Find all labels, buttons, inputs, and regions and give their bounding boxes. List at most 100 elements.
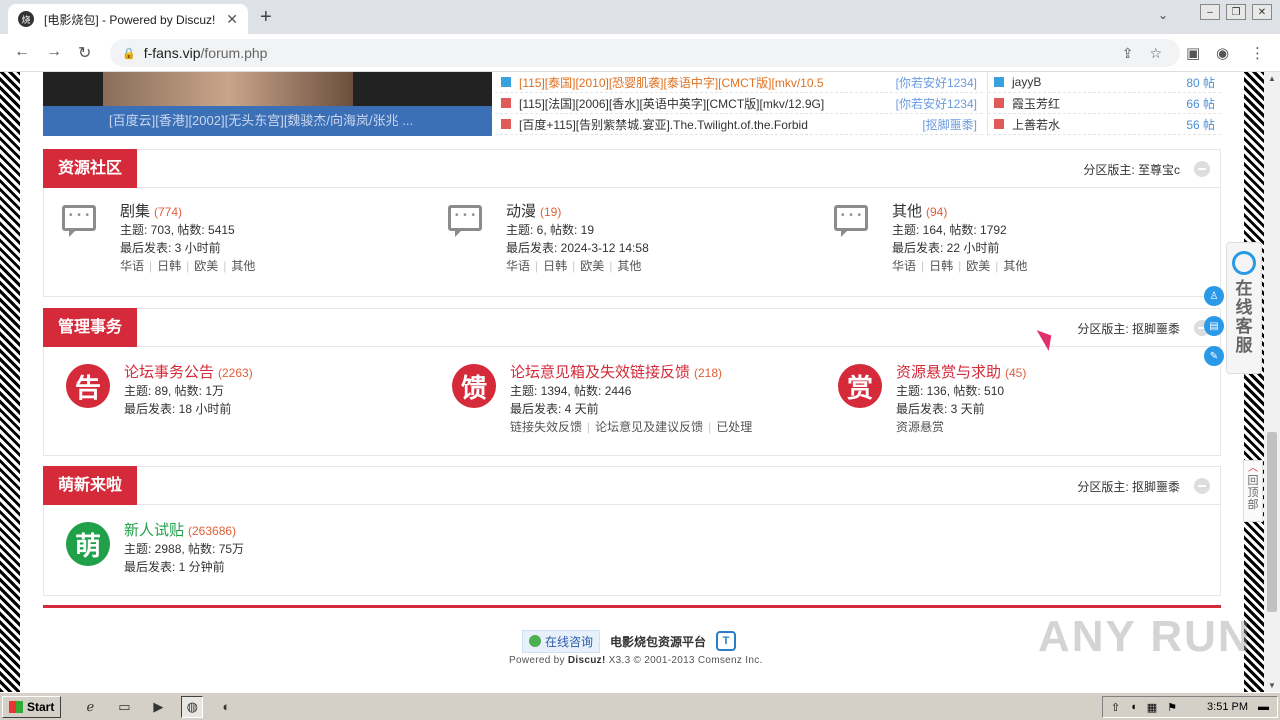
- thread-row[interactable]: [百度+115][告别紫禁城.宴亚].The.Twilight.of.the.F…: [495, 114, 983, 135]
- forum-name[interactable]: 论坛意见箱及失效链接反馈: [510, 364, 690, 381]
- left-decor-border: [0, 72, 20, 692]
- thread-author[interactable]: [你若安好1234]: [896, 95, 977, 112]
- forum-last-post[interactable]: 最后发表: 3 天前: [896, 400, 1026, 418]
- forum-name[interactable]: 剧集: [120, 203, 150, 220]
- profile-avatar-icon[interactable]: ◉: [1216, 44, 1229, 62]
- back-arrow-icon[interactable]: ←: [14, 43, 30, 61]
- doc-icon[interactable]: ▤: [1204, 316, 1224, 336]
- thread-row[interactable]: [115][泰国][2010][恐婴肌袭][泰语中字][CMCT版][mkv/1…: [495, 72, 983, 93]
- forum-name[interactable]: 动漫: [506, 203, 536, 220]
- subforum-link[interactable]: 华语: [892, 259, 916, 273]
- scroll-down-icon[interactable]: ▼: [1268, 681, 1276, 690]
- minimize-icon[interactable]: –: [1200, 4, 1220, 20]
- browser-menu-icon[interactable]: ⋮: [1250, 44, 1265, 62]
- thread-author[interactable]: [你若安好1234]: [896, 74, 977, 91]
- edge-icon[interactable]: ◐: [215, 696, 237, 718]
- user-icon[interactable]: ♙: [1204, 286, 1224, 306]
- subforum-link[interactable]: 资源悬赏: [896, 420, 944, 434]
- thread-title[interactable]: [百度+115][告别紫禁城.宴亚].The.Twilight.of.the.F…: [519, 116, 916, 133]
- poster-ranking: jayyB 80 帖 霞玉芳红 66 帖 上善若水 56 帖: [987, 72, 1221, 136]
- collapse-toggle-icon[interactable]: [1194, 161, 1210, 177]
- side-panel-icon[interactable]: ▣: [1186, 44, 1200, 62]
- scroll-thumb[interactable]: [1267, 432, 1277, 612]
- forum-last-post[interactable]: 最后发表: 3 小时前: [120, 239, 255, 257]
- slide-caption[interactable]: [百度云][香港][2002][无头东宫][魏骏杰/向海岚/张兆 ...: [43, 106, 492, 136]
- page-scrollbar[interactable]: ▲ ▼: [1264, 72, 1280, 692]
- forum-last-post[interactable]: 最后发表: 22 小时前: [892, 239, 1027, 257]
- volume-icon[interactable]: ◖: [1130, 701, 1137, 713]
- new-tab-icon[interactable]: +: [260, 6, 272, 29]
- category-title[interactable]: 管理事务: [43, 308, 138, 347]
- thread-author[interactable]: [抠脚噩黍]: [922, 116, 977, 133]
- start-button[interactable]: Start: [2, 695, 62, 718]
- forum-name[interactable]: 资源悬赏与求助: [896, 364, 1001, 381]
- subforum-link[interactable]: 已处理: [716, 420, 752, 434]
- online-service-panel[interactable]: 在线客服: [1226, 242, 1262, 374]
- ranking-row[interactable]: 上善若水 56 帖: [988, 114, 1221, 135]
- featured-slide[interactable]: [百度云][香港][2002][无头东宫][魏骏杰/向海岚/张兆 ...: [43, 72, 492, 136]
- subforum-link[interactable]: 欧美: [966, 259, 990, 273]
- reload-icon[interactable]: ↻: [78, 43, 91, 63]
- forum-name[interactable]: 新人试贴: [124, 522, 184, 539]
- thread-title[interactable]: [115][法国][2006][香水][英语中英字][CMCT版][mkv/12…: [519, 95, 890, 112]
- forum-name[interactable]: 其他: [892, 203, 922, 220]
- subforum-links: 链接失效反馈 | 论坛意见及建议反馈 | 已处理: [510, 420, 753, 434]
- collapse-toggle-icon[interactable]: [1194, 478, 1210, 494]
- ranking-row[interactable]: 霞玉芳红 66 帖: [988, 93, 1221, 114]
- flag-icon[interactable]: ⚑: [1167, 701, 1177, 714]
- network-icon[interactable]: ▦: [1147, 701, 1157, 714]
- edit-icon[interactable]: ✎: [1204, 346, 1224, 366]
- clock[interactable]: 3:51 PM: [1207, 701, 1248, 713]
- thread-row[interactable]: [115][法国][2006][香水][英语中英字][CMCT版][mkv/12…: [495, 93, 983, 114]
- forum-name[interactable]: 论坛事务公告: [124, 364, 214, 381]
- chevron-up-icon: ︿: [1248, 463, 1258, 474]
- category-moderator[interactable]: 分区版主: 抠脚噩黍: [1077, 478, 1180, 495]
- ranking-row[interactable]: jayyB 80 帖: [988, 72, 1221, 93]
- close-tab-icon[interactable]: ✕: [226, 11, 238, 28]
- subforum-link[interactable]: 其他: [231, 259, 255, 273]
- close-window-icon[interactable]: ✕: [1252, 4, 1272, 20]
- url-field[interactable]: 🔒 f-fans.vip/forum.php ⇪ ☆: [110, 39, 1180, 67]
- restore-icon[interactable]: ❐: [1226, 4, 1246, 20]
- subforum-link[interactable]: 日韩: [157, 259, 181, 273]
- show-desktop-icon[interactable]: ▬: [1258, 701, 1269, 713]
- scroll-up-icon[interactable]: ▲: [1268, 74, 1276, 83]
- rank-user[interactable]: 霞玉芳红: [1012, 95, 1186, 112]
- rank-user[interactable]: 上善若水: [1012, 116, 1186, 133]
- subforum-link[interactable]: 其他: [1003, 259, 1027, 273]
- subforum-link[interactable]: 其他: [617, 259, 641, 273]
- folder-icon[interactable]: ▭: [113, 696, 135, 718]
- subforum-link[interactable]: 日韩: [929, 259, 953, 273]
- chat-bubble-icon: [62, 203, 106, 247]
- subforum-link[interactable]: 链接失效反馈: [510, 420, 582, 434]
- tray-arrow-icon[interactable]: ⇧: [1111, 701, 1120, 714]
- forum-last-post[interactable]: 最后发表: 2024-3-12 14:58: [506, 239, 649, 257]
- category-moderator[interactable]: 分区版主: 至尊宝c: [1083, 161, 1180, 178]
- category-title[interactable]: 萌新来啦: [43, 466, 138, 505]
- category-moderator[interactable]: 分区版主: 抠脚噩黍: [1077, 320, 1180, 337]
- rank-user[interactable]: jayyB: [1012, 75, 1186, 89]
- subforum-link[interactable]: 华语: [506, 259, 530, 273]
- thread-title[interactable]: [115][泰国][2010][恐婴肌袭][泰语中字][CMCT版][mkv/1…: [519, 74, 890, 91]
- subforum-link[interactable]: 论坛意见及建议反馈: [595, 420, 703, 434]
- online-consult-button[interactable]: 在线咨询: [522, 629, 601, 653]
- forum-stats: 主题: 2988, 帖数: 75万: [124, 542, 245, 556]
- subforum-link[interactable]: 欧美: [580, 259, 604, 273]
- forward-arrow-icon[interactable]: →: [46, 43, 62, 61]
- media-player-icon[interactable]: ▶: [147, 696, 169, 718]
- category-title[interactable]: 资源社区: [43, 149, 138, 188]
- discuz-link[interactable]: Discuz!: [568, 655, 606, 666]
- tab-search-chevron-icon[interactable]: ⌄: [1158, 8, 1168, 22]
- subforum-link[interactable]: 欧美: [194, 259, 218, 273]
- subforum-link[interactable]: 华语: [120, 259, 144, 273]
- ie-icon[interactable]: ℯ: [79, 696, 101, 718]
- share-icon[interactable]: ⇪: [1122, 45, 1134, 62]
- chrome-icon[interactable]: ◍: [181, 695, 204, 718]
- forum-last-post[interactable]: 最后发表: 4 天前: [510, 400, 752, 418]
- subforum-link[interactable]: 日韩: [543, 259, 567, 273]
- forum-last-post[interactable]: 最后发表: 1 分钟前: [124, 558, 244, 576]
- back-to-top-button[interactable]: ︿ 回顶部: [1243, 460, 1263, 522]
- forum-last-post[interactable]: 最后发表: 18 小时前: [124, 400, 253, 418]
- bookmark-star-icon[interactable]: ☆: [1149, 45, 1162, 62]
- browser-tab[interactable]: 烧 [电影烧包] - Powered by Discuz! ✕: [8, 4, 248, 34]
